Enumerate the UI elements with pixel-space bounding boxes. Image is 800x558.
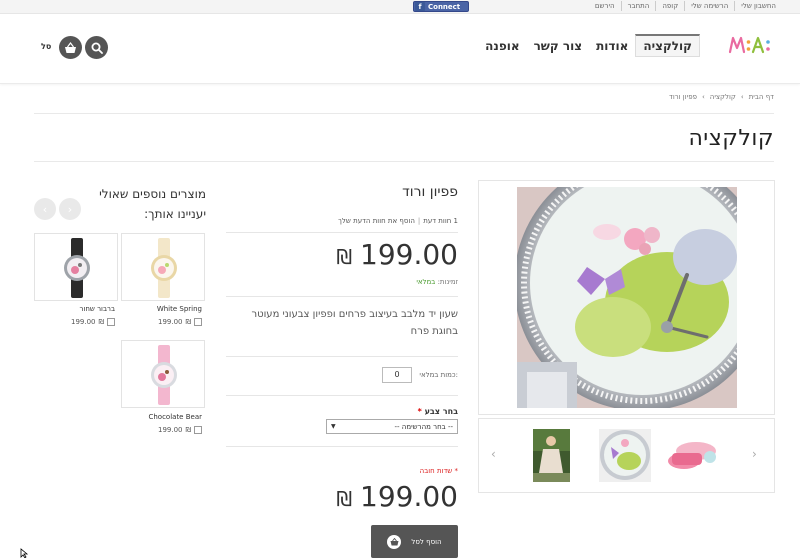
related-price: 199.00 ₪ [158, 426, 202, 434]
thumbnail-watch-side[interactable] [666, 429, 720, 482]
availability-value: במלאי [416, 278, 436, 286]
facebook-connect-button[interactable]: f Connect [413, 1, 469, 12]
currency-symbol: ₪ [336, 245, 353, 269]
related-price-value: 199.00 [158, 426, 183, 434]
related-title: מוצרים נוספים שאולי יעניינו אותך: [99, 187, 206, 221]
product-description: שעון יד מלבב בעיצוב פרחים ופפיון צבעוני … [251, 309, 458, 337]
link-login[interactable]: התחבר [620, 1, 656, 11]
review-count-link[interactable]: 1 חוות דעת [423, 217, 458, 225]
breadcrumb-separator: › [740, 93, 744, 101]
divider [226, 296, 458, 297]
thumbnail-image [599, 429, 651, 482]
breadcrumb: דף הבית › קולקציה › פפיון ורוד [669, 93, 774, 101]
basket-icon [387, 534, 402, 549]
color-select[interactable]: ▼ -- בחר מהרשימה -- [326, 419, 458, 434]
product-thumbnail [151, 345, 177, 405]
divider [34, 113, 774, 114]
site-header: קולקציה אודות צור קשר אופנה סל [0, 14, 800, 84]
currency-symbol: ₪ [185, 426, 192, 434]
product-name: פפיון ורוד [402, 184, 458, 200]
related-card-white-spring[interactable] [121, 233, 205, 301]
quantity-label: כמות במלאי: [419, 371, 458, 379]
related-price: 199.00 ₪ [158, 318, 202, 326]
product-price-bottom: ₪ 199.00 [336, 480, 458, 513]
color-label-text: בחר צבע [424, 407, 458, 416]
compare-checkbox[interactable] [194, 426, 202, 434]
cart-button[interactable] [59, 36, 82, 59]
price-value: 199.00 [360, 238, 458, 271]
facebook-icon: f [415, 2, 425, 11]
nav-collection[interactable]: קולקציה [635, 34, 700, 57]
related-price-value: 199.00 [158, 318, 183, 326]
link-my-wishlist[interactable]: הרשימה שלי [684, 1, 734, 11]
link-register[interactable]: הירשם [589, 1, 621, 11]
color-select-value: -- בחר מהרשימה -- [394, 422, 454, 431]
add-to-cart-button[interactable]: הוסף לסל [371, 525, 458, 558]
related-name[interactable]: White Spring [157, 305, 202, 313]
related-prev-arrow-icon[interactable]: ‹ [34, 198, 56, 220]
related-card-black-swan[interactable] [34, 233, 118, 301]
account-links: החשבון שלי הרשימה שלי קופה התחבר הירשם [589, 1, 782, 11]
search-icon [91, 42, 103, 54]
page-title: קולקציה [688, 126, 774, 151]
thumbs-next-chevron-icon[interactable]: › [752, 447, 757, 461]
thumbnail-image [666, 429, 720, 482]
related-name[interactable]: ברבור שחור [79, 305, 115, 313]
link-my-account[interactable]: החשבון שלי [734, 1, 782, 11]
availability-label: זמינות: [437, 278, 458, 286]
divider [226, 395, 458, 396]
main-nav: קולקציה אודות צור קשר אופנה [478, 34, 700, 57]
divider [226, 232, 458, 233]
mouse-cursor-icon [20, 548, 29, 558]
currency-symbol: ₪ [336, 487, 353, 511]
thumbs-prev-chevron-icon[interactable]: ‹ [491, 447, 496, 461]
divider [226, 446, 458, 447]
chevron-down-icon: ▼ [331, 423, 336, 430]
product-thumbnails: › ‹ [478, 418, 775, 493]
product-thumbnail [151, 238, 177, 298]
availability: זמינות: במלאי [416, 278, 458, 286]
thumbnail-image [533, 429, 570, 482]
related-next-arrow-icon[interactable]: › [59, 198, 81, 220]
cart-label[interactable]: סל [41, 42, 51, 51]
quantity-input[interactable]: 0 [382, 367, 412, 383]
currency-symbol: ₪ [185, 318, 192, 326]
related-card-chocolate-bear[interactable] [121, 340, 205, 408]
basket-icon [65, 41, 76, 53]
related-price-value: 199.00 [71, 318, 96, 326]
color-label: בחר צבע * [418, 407, 458, 416]
thumbnail-watch-face[interactable] [599, 429, 651, 482]
breadcrumb-collection[interactable]: קולקציה [710, 93, 736, 101]
product-price: ₪ 199.00 [336, 238, 458, 271]
currency-symbol: ₪ [98, 318, 105, 326]
facebook-connect-label: Connect [428, 2, 461, 11]
breadcrumb-home[interactable]: דף הבית [749, 93, 774, 101]
nav-about[interactable]: אודות [589, 35, 635, 57]
thumbnail-model[interactable] [533, 429, 570, 482]
nav-contact[interactable]: צור קשר [527, 35, 590, 57]
related-name[interactable]: Chocolate Bear [148, 413, 202, 421]
search-button[interactable] [85, 36, 108, 59]
divider [34, 161, 774, 162]
watch-photo [517, 187, 737, 408]
product-thumbnail [64, 238, 90, 298]
link-checkout[interactable]: קופה [655, 1, 684, 11]
nav-fashion[interactable]: אופנה [478, 35, 526, 57]
compare-checkbox[interactable] [107, 318, 115, 326]
breadcrumb-separator: › [701, 93, 705, 101]
compare-checkbox[interactable] [194, 318, 202, 326]
price-value: 199.00 [360, 480, 458, 513]
reviews-row: 1 חוות דעת|הוסף את חוות הדעת שלך [338, 217, 458, 225]
top-utility-bar: החשבון שלי הרשימה שלי קופה התחבר הירשם f… [0, 0, 800, 14]
site-logo[interactable] [728, 32, 776, 58]
product-main-image[interactable] [478, 180, 775, 415]
required-fields-note: * שדות חובה [419, 467, 458, 475]
required-asterisk: * [417, 407, 422, 416]
related-price: 199.00 ₪ [71, 318, 115, 326]
breadcrumb-current: פפיון ורוד [669, 93, 697, 101]
divider [226, 356, 458, 357]
add-to-cart-label: הוסף לסל [411, 537, 442, 546]
add-review-link[interactable]: הוסף את חוות הדעת שלך [338, 217, 415, 225]
